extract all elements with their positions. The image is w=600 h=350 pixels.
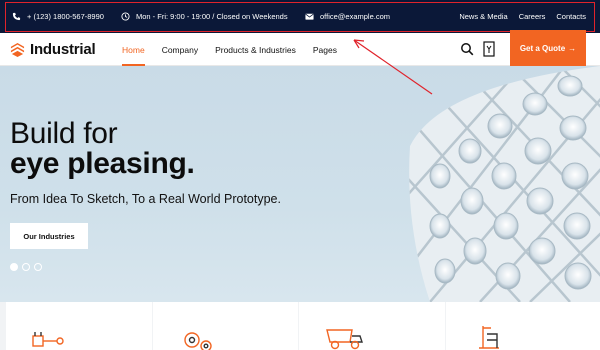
top-link-contacts[interactable]: Contacts <box>556 12 586 21</box>
hours-info: Mon - Fri: 9:00 - 19:00 / Closed on Week… <box>121 0 288 33</box>
feature-card-3[interactable] <box>299 302 445 350</box>
oil-rig-icon <box>479 326 499 349</box>
top-links: News & Media Careers Contacts <box>459 0 586 33</box>
our-industries-button[interactable]: Our Industries <box>10 223 88 249</box>
search-icon[interactable] <box>460 42 474 56</box>
email-address: office@example.com <box>320 12 391 21</box>
arrow-right-icon: → <box>568 43 577 53</box>
logo-icon <box>10 42 25 57</box>
phone-info[interactable]: + (123) 1800-567-8990 <box>12 0 104 33</box>
nav-home[interactable]: Home <box>122 33 145 66</box>
feature-card-1[interactable] <box>6 302 152 350</box>
envelope-icon <box>305 13 314 20</box>
hero-subtitle: From Idea To Sketch, To a Real World Pro… <box>10 192 281 206</box>
slider-dot-3[interactable] <box>34 263 42 271</box>
piston-icon <box>32 332 64 347</box>
brand-logo[interactable]: Industrial <box>10 33 96 66</box>
nav-company[interactable]: Company <box>162 33 198 66</box>
get-quote-button[interactable]: Get a Quote → <box>510 30 586 66</box>
architecture-image <box>409 66 600 302</box>
brand-name: Industrial <box>30 41 96 58</box>
main-nav: Home Company Products & Industries Pages <box>122 33 354 66</box>
hero-title-line2: eye pleasing. <box>10 147 195 180</box>
top-link-careers[interactable]: Careers <box>519 12 546 21</box>
nav-products-industries[interactable]: Products & Industries <box>215 33 296 66</box>
clock-icon <box>121 12 130 21</box>
dump-truck-icon <box>326 329 363 350</box>
phone-icon <box>12 12 21 21</box>
slider-dot-1[interactable] <box>10 263 18 271</box>
nav-pages[interactable]: Pages <box>313 33 337 66</box>
slider-dot-2[interactable] <box>22 263 30 271</box>
get-quote-label: Get a Quote <box>519 43 566 53</box>
hero-title-line1: Build for <box>10 117 118 150</box>
hero-slider: Build for eye pleasing. From Idea To Ske… <box>0 66 600 302</box>
feature-card-2[interactable] <box>153 302 298 350</box>
feature-card-4[interactable] <box>446 302 600 350</box>
phone-number: + (123) 1800-567-8990 <box>27 12 104 21</box>
business-hours: Mon - Fri: 9:00 - 19:00 / Closed on Week… <box>136 12 288 21</box>
gears-icon <box>184 332 212 350</box>
top-bar: + (123) 1800-567-8990 Mon - Fri: 9:00 - … <box>0 0 600 33</box>
email-info[interactable]: office@example.com <box>305 0 390 33</box>
slider-dots <box>10 263 42 271</box>
top-link-news-media[interactable]: News & Media <box>459 12 507 21</box>
document-icon[interactable] <box>482 39 496 59</box>
